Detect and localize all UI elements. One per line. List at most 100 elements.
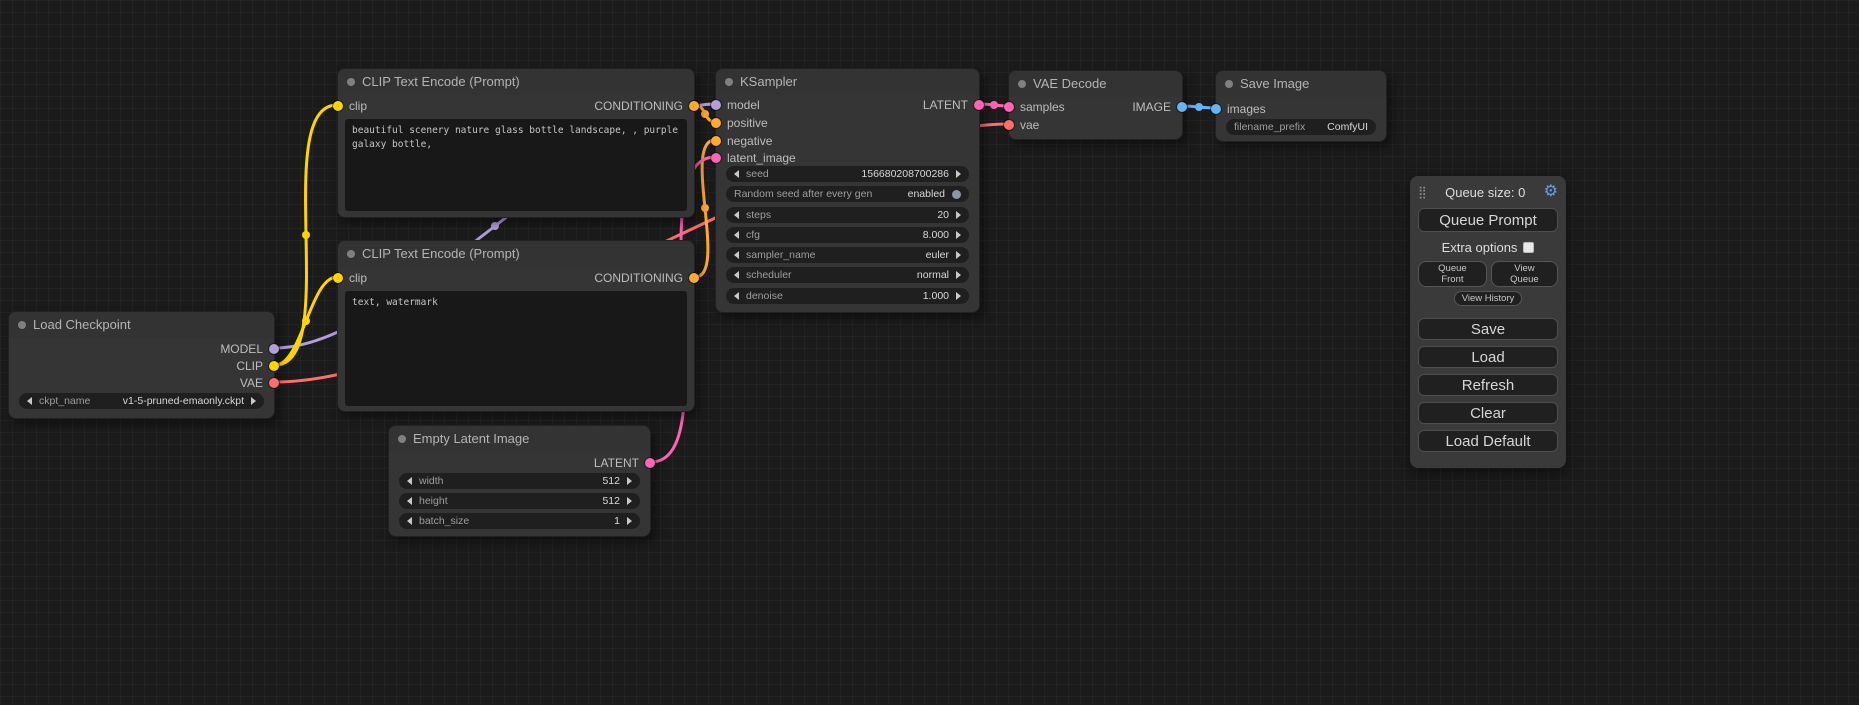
save-button[interactable]: Save: [1418, 318, 1558, 340]
steps-widget[interactable]: steps 20: [726, 207, 969, 223]
conditioning-slot-icon[interactable]: [711, 136, 721, 146]
image-slot-icon[interactable]: [1177, 102, 1187, 112]
clip-slot-icon[interactable]: [333, 273, 343, 283]
node-title-bar[interactable]: Empty Latent Image: [389, 426, 650, 452]
batch-size-widget[interactable]: batch_size 1: [399, 513, 640, 529]
node-vae-decode[interactable]: VAE Decode samples vae IMAGE: [1008, 70, 1183, 140]
increment-icon[interactable]: [956, 292, 961, 300]
increment-icon[interactable]: [627, 477, 632, 485]
refresh-button[interactable]: Refresh: [1418, 374, 1558, 396]
image-slot-icon[interactable]: [1211, 104, 1221, 114]
node-clip-text-encode-negative[interactable]: CLIP Text Encode (Prompt) clip CONDITION…: [337, 240, 695, 412]
next-value-icon[interactable]: [956, 251, 961, 259]
node-load-checkpoint[interactable]: Load Checkpoint MODEL CLIP VAE ckpt_name…: [8, 311, 275, 419]
clear-button[interactable]: Clear: [1418, 402, 1558, 424]
height-widget[interactable]: height 512: [399, 493, 640, 509]
increment-icon[interactable]: [627, 497, 632, 505]
node-title-bar[interactable]: VAE Decode: [1009, 71, 1182, 97]
clip-slot-icon[interactable]: [333, 101, 343, 111]
output-port-clip[interactable]: CLIP: [236, 359, 279, 373]
seed-widget[interactable]: seed 156680208700286: [726, 166, 969, 182]
collapse-toggle-icon[interactable]: [18, 321, 26, 329]
model-slot-icon[interactable]: [711, 100, 721, 110]
node-title-bar[interactable]: Save Image: [1216, 71, 1386, 97]
node-title-bar[interactable]: CLIP Text Encode (Prompt): [338, 69, 694, 95]
collapse-toggle-icon[interactable]: [347, 250, 355, 258]
node-title-bar[interactable]: CLIP Text Encode (Prompt): [338, 241, 694, 267]
extra-options-checkbox[interactable]: [1523, 242, 1534, 253]
latent-slot-icon[interactable]: [711, 153, 721, 163]
settings-gear-icon[interactable]: ⚙: [1544, 184, 1558, 200]
decrement-icon[interactable]: [407, 477, 412, 485]
decrement-icon[interactable]: [407, 517, 412, 525]
input-port-clip[interactable]: clip: [333, 99, 367, 113]
input-port-model[interactable]: model: [711, 98, 760, 112]
latent-slot-icon[interactable]: [1004, 102, 1014, 112]
load-default-button[interactable]: Load Default: [1418, 430, 1558, 452]
toggle-on-icon[interactable]: [952, 190, 961, 199]
decrement-icon[interactable]: [734, 231, 739, 239]
random-seed-toggle[interactable]: Random seed after every gen enabled: [726, 186, 969, 202]
prev-value-icon[interactable]: [27, 397, 32, 405]
input-port-latent-image[interactable]: latent_image: [711, 151, 796, 165]
node-save-image[interactable]: Save Image images filename_prefix ComfyU…: [1215, 70, 1387, 142]
next-value-icon[interactable]: [956, 271, 961, 279]
prev-value-icon[interactable]: [734, 271, 739, 279]
clip-slot-icon[interactable]: [269, 361, 279, 371]
node-title-bar[interactable]: KSampler: [716, 69, 979, 95]
prev-value-icon[interactable]: [734, 251, 739, 259]
node-title-bar[interactable]: Load Checkpoint: [9, 312, 274, 338]
node-canvas[interactable]: Load Checkpoint MODEL CLIP VAE ckpt_name…: [0, 0, 1859, 705]
input-port-samples[interactable]: samples: [1004, 100, 1065, 114]
increment-icon[interactable]: [956, 170, 961, 178]
input-port-positive[interactable]: positive: [711, 116, 768, 130]
node-ksampler[interactable]: KSampler model positive negative latent_…: [715, 68, 980, 313]
drag-handle-icon[interactable]: ⣿: [1418, 186, 1427, 198]
negative-prompt-textarea[interactable]: text, watermark: [345, 291, 687, 406]
queue-front-button[interactable]: Queue Front: [1418, 261, 1487, 287]
output-port-conditioning[interactable]: CONDITIONING: [594, 99, 699, 113]
queue-prompt-button[interactable]: Queue Prompt: [1418, 208, 1558, 232]
output-port-conditioning[interactable]: CONDITIONING: [594, 271, 699, 285]
denoise-widget[interactable]: denoise 1.000: [726, 288, 969, 304]
decrement-icon[interactable]: [734, 170, 739, 178]
conditioning-slot-icon[interactable]: [689, 101, 699, 111]
input-port-negative[interactable]: negative: [711, 134, 772, 148]
width-widget[interactable]: width 512: [399, 473, 640, 489]
input-port-images[interactable]: images: [1211, 102, 1266, 116]
output-port-latent[interactable]: LATENT: [594, 456, 655, 470]
conditioning-slot-icon[interactable]: [689, 273, 699, 283]
view-history-button[interactable]: View History: [1454, 291, 1523, 306]
conditioning-slot-icon[interactable]: [711, 118, 721, 128]
latent-slot-icon[interactable]: [645, 458, 655, 468]
comfy-menu[interactable]: ⣿ Queue size: 0 ⚙ Queue Prompt Extra opt…: [1410, 176, 1566, 468]
model-slot-icon[interactable]: [269, 344, 279, 354]
output-port-latent[interactable]: LATENT: [923, 98, 984, 112]
cfg-widget[interactable]: cfg 8.000: [726, 227, 969, 243]
output-port-image[interactable]: IMAGE: [1132, 100, 1187, 114]
increment-icon[interactable]: [627, 517, 632, 525]
node-empty-latent-image[interactable]: Empty Latent Image LATENT width 512 heig…: [388, 425, 651, 537]
scheduler-widget[interactable]: scheduler normal: [726, 267, 969, 283]
sampler-name-widget[interactable]: sampler_name euler: [726, 247, 969, 263]
node-clip-text-encode-positive[interactable]: CLIP Text Encode (Prompt) clip CONDITION…: [337, 68, 695, 218]
input-port-clip[interactable]: clip: [333, 271, 367, 285]
vae-slot-icon[interactable]: [269, 378, 279, 388]
filename-prefix-widget[interactable]: filename_prefix ComfyUI: [1226, 119, 1376, 135]
view-queue-button[interactable]: View Queue: [1491, 261, 1558, 287]
latent-slot-icon[interactable]: [974, 100, 984, 110]
collapse-toggle-icon[interactable]: [1018, 80, 1026, 88]
collapse-toggle-icon[interactable]: [347, 78, 355, 86]
increment-icon[interactable]: [956, 231, 961, 239]
decrement-icon[interactable]: [734, 292, 739, 300]
collapse-toggle-icon[interactable]: [725, 78, 733, 86]
load-button[interactable]: Load: [1418, 346, 1558, 368]
output-port-vae[interactable]: VAE: [240, 376, 279, 390]
decrement-icon[interactable]: [734, 211, 739, 219]
output-port-model[interactable]: MODEL: [220, 342, 279, 356]
decrement-icon[interactable]: [407, 497, 412, 505]
ckpt-name-widget[interactable]: ckpt_name v1-5-pruned-emaonly.ckpt: [19, 393, 264, 409]
collapse-toggle-icon[interactable]: [1225, 80, 1233, 88]
next-value-icon[interactable]: [251, 397, 256, 405]
positive-prompt-textarea[interactable]: beautiful scenery nature glass bottle la…: [345, 119, 687, 211]
